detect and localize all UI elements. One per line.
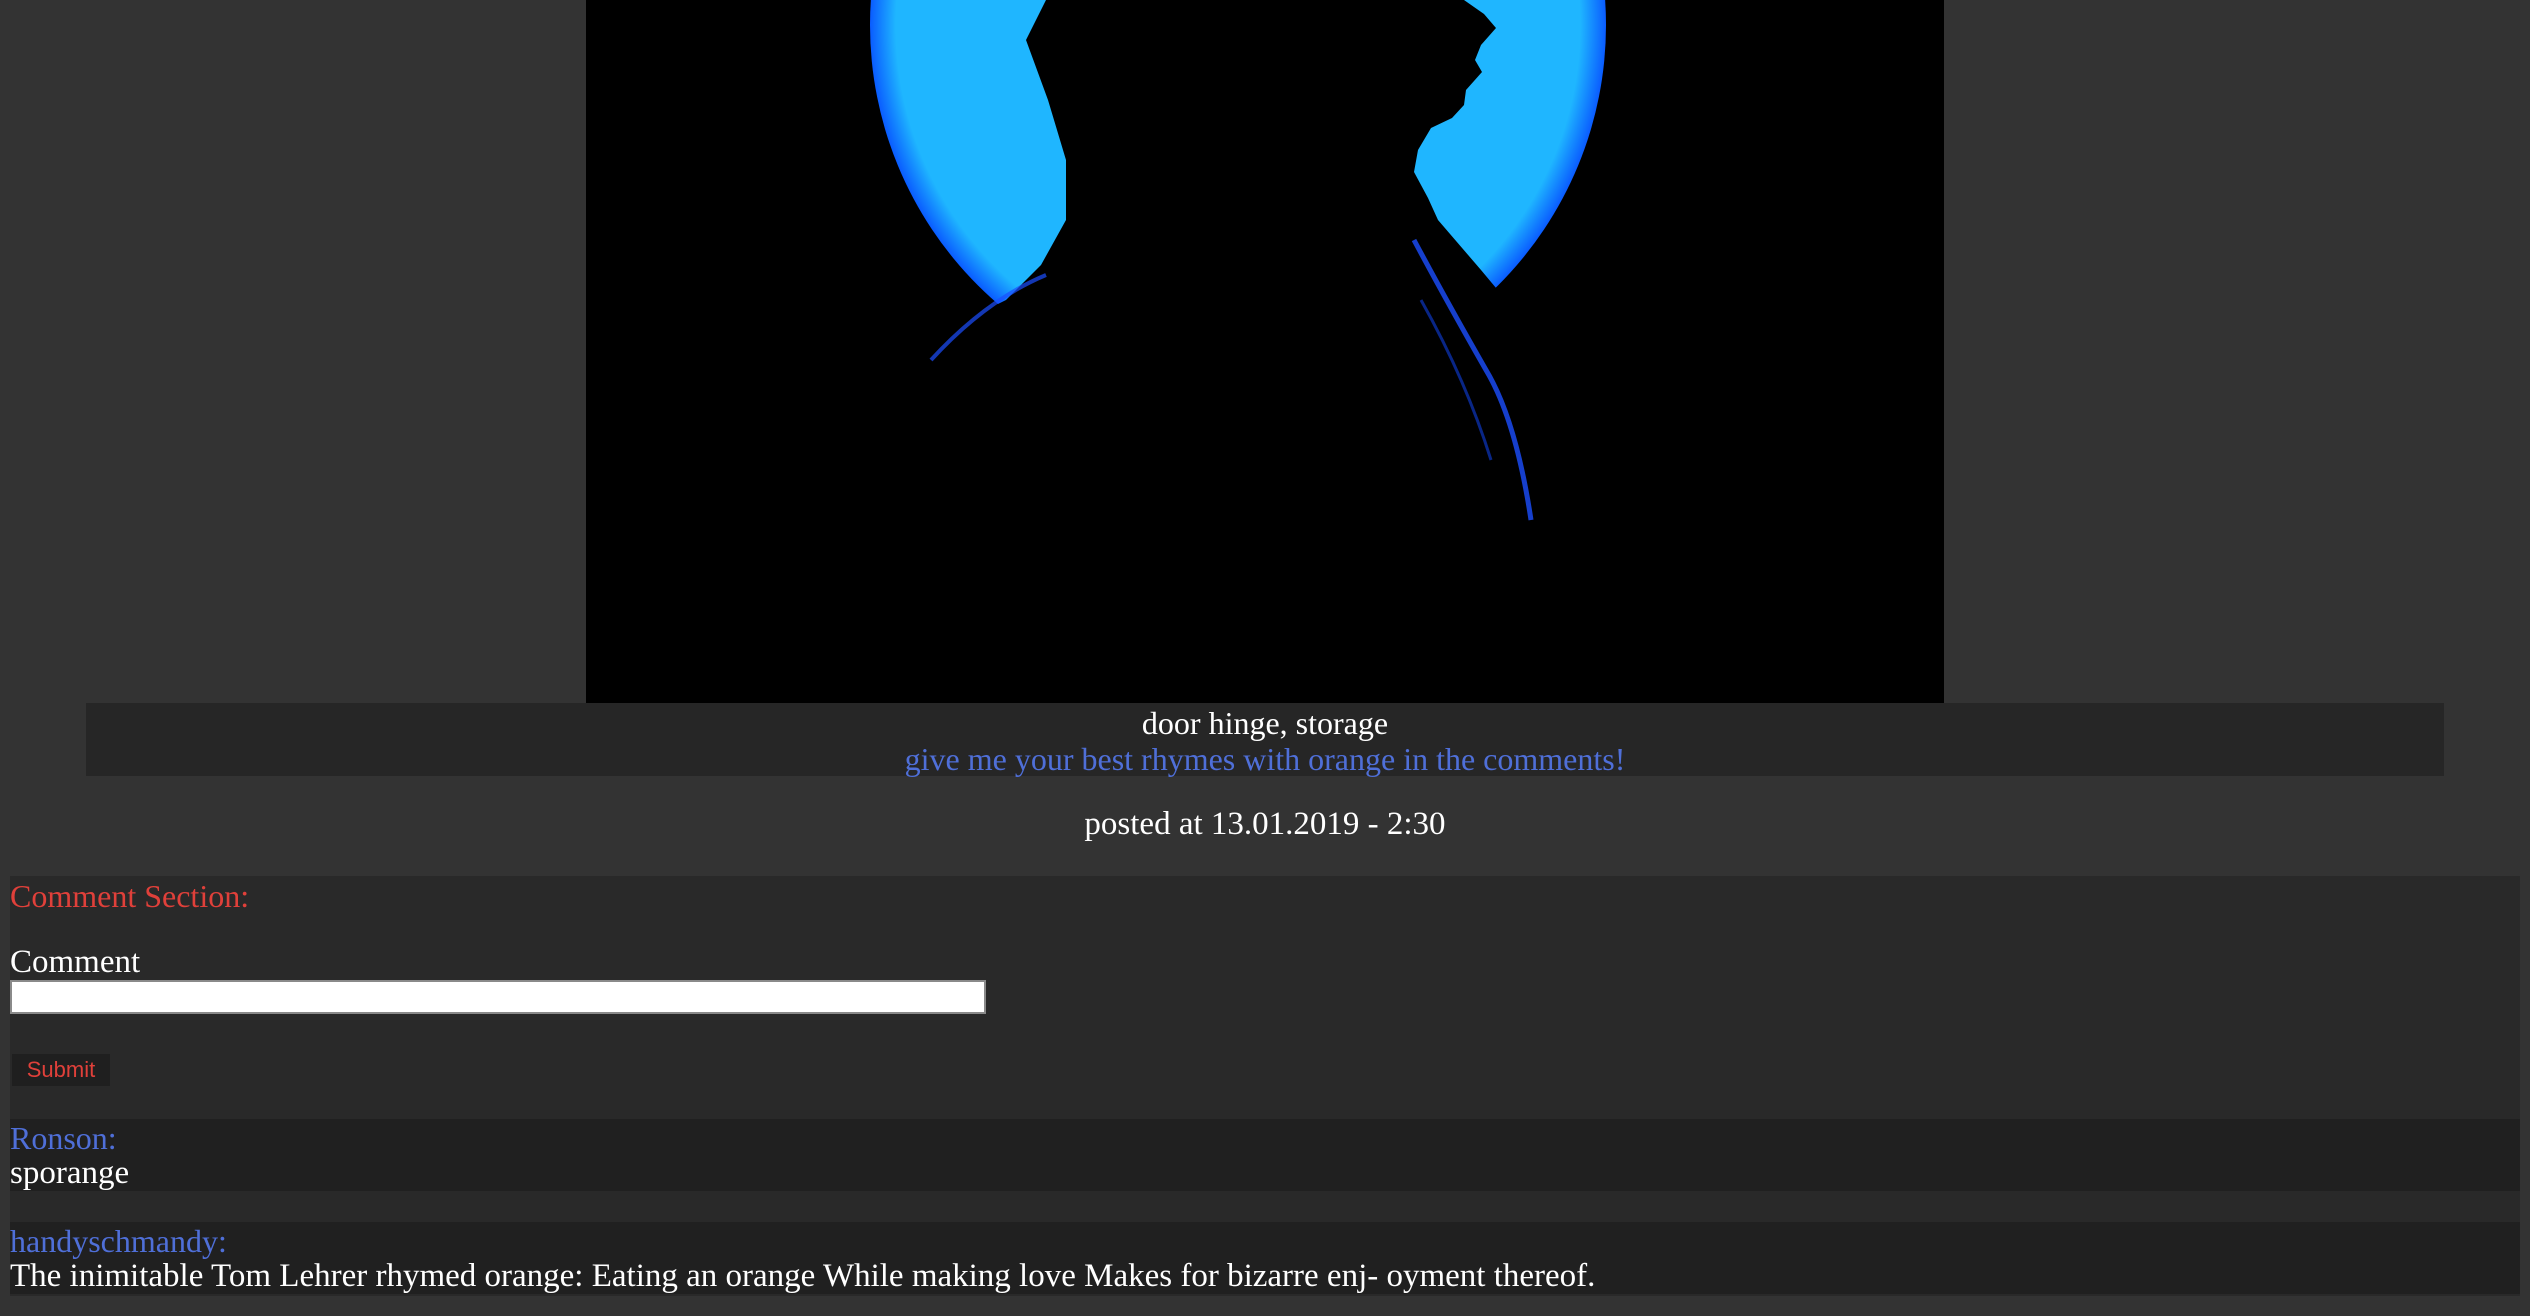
comment-text: sporange bbox=[10, 1155, 130, 1191]
comment-author: Ronson: bbox=[10, 1120, 117, 1156]
comment-input[interactable] bbox=[10, 980, 986, 1014]
comment-text: The inimitable Tom Lehrer rhymed orange:… bbox=[10, 1258, 1596, 1294]
comment-item: Ronson: sporange bbox=[10, 1119, 2520, 1191]
post-description: give me your best rhymes with orange in … bbox=[904, 741, 1626, 777]
post-image bbox=[586, 0, 1944, 703]
post-timestamp: posted at 13.01.2019 - 2:30 bbox=[1084, 806, 1446, 842]
post-caption: door hinge, storage give me your best rh… bbox=[86, 703, 2444, 777]
silhouette-image bbox=[586, 0, 1944, 703]
comment-section: Comment Section: Comment Submit Ronson: … bbox=[10, 876, 2520, 1296]
comment-field-label: Comment bbox=[10, 944, 141, 980]
comment-item: handyschmandy: The inimitable Tom Lehrer… bbox=[10, 1222, 2520, 1294]
comment-section-heading: Comment Section: bbox=[10, 878, 250, 914]
comment-author: handyschmandy: bbox=[10, 1223, 227, 1259]
submit-button[interactable]: Submit bbox=[12, 1054, 110, 1086]
post-title: door hinge, storage bbox=[1141, 705, 1389, 741]
